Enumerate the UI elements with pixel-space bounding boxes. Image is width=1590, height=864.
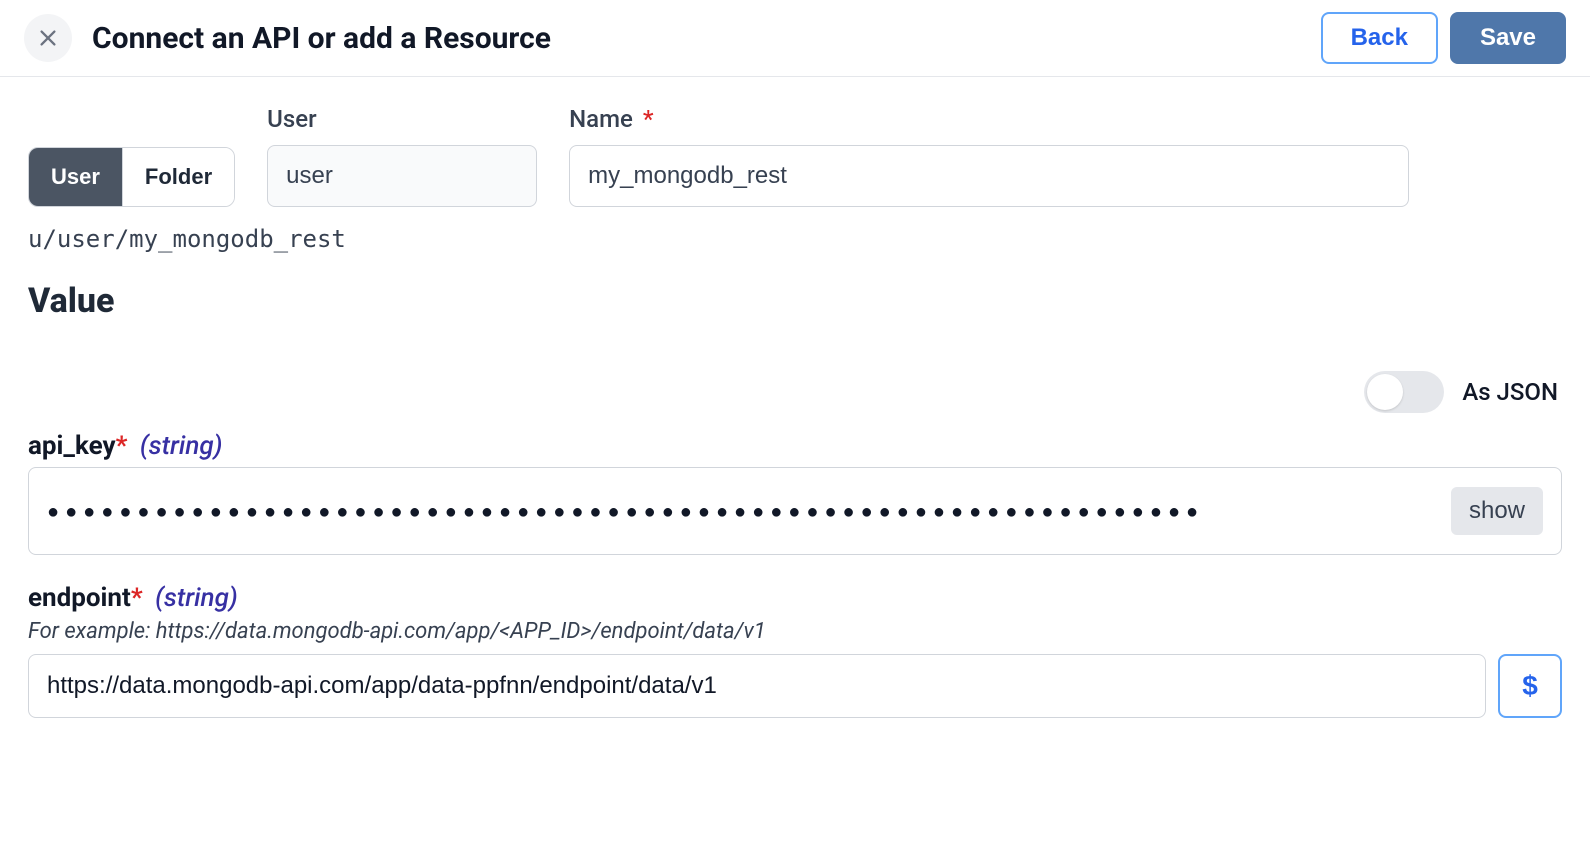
api-key-field: api_key* (string) ●●●●●●●●●●●●●●●●●●●●●●…	[28, 431, 1562, 555]
api-key-label: api_key	[28, 431, 116, 461]
endpoint-type-hint: (string)	[155, 583, 238, 613]
endpoint-hint: For example: https://data.mongodb-api.co…	[28, 619, 1562, 644]
user-input[interactable]	[267, 145, 537, 207]
name-required-mark: *	[643, 105, 654, 133]
endpoint-label: endpoint	[28, 583, 131, 613]
show-api-key-button[interactable]: show	[1451, 487, 1543, 535]
close-icon	[37, 27, 59, 49]
close-button[interactable]	[24, 14, 72, 62]
name-field: Name *	[569, 105, 1409, 207]
user-field: User	[267, 105, 537, 207]
endpoint-input[interactable]	[28, 654, 1486, 718]
scope-segmented: User Folder	[28, 147, 235, 207]
endpoint-field: endpoint* (string) For example: https://…	[28, 583, 1562, 718]
page-title: Connect an API or add a Resource	[92, 21, 1301, 56]
api-key-required-mark: *	[116, 431, 128, 461]
back-button[interactable]: Back	[1321, 12, 1438, 64]
name-input[interactable]	[569, 145, 1409, 207]
toggle-knob	[1367, 374, 1403, 410]
endpoint-required-mark: *	[131, 583, 143, 613]
scope-tab-folder[interactable]: Folder	[122, 148, 234, 206]
value-heading: Value	[28, 281, 1562, 321]
resource-path: u/user/my_mongodb_rest	[28, 225, 1562, 253]
header-actions: Back Save	[1321, 12, 1566, 64]
scope-tab-user[interactable]: User	[29, 148, 122, 206]
save-button[interactable]: Save	[1450, 12, 1566, 64]
api-key-type-hint: (string)	[140, 431, 223, 461]
name-label: Name *	[569, 105, 1409, 133]
template-variable-button[interactable]: $	[1498, 654, 1562, 718]
as-json-toggle[interactable]	[1364, 371, 1444, 413]
scope-segmented-wrapper: User Folder	[28, 147, 235, 207]
as-json-label: As JSON	[1462, 378, 1558, 406]
name-label-text: Name	[569, 105, 633, 133]
user-label: User	[267, 105, 537, 133]
api-key-masked-value[interactable]: ●●●●●●●●●●●●●●●●●●●●●●●●●●●●●●●●●●●●●●●●…	[47, 501, 1439, 521]
